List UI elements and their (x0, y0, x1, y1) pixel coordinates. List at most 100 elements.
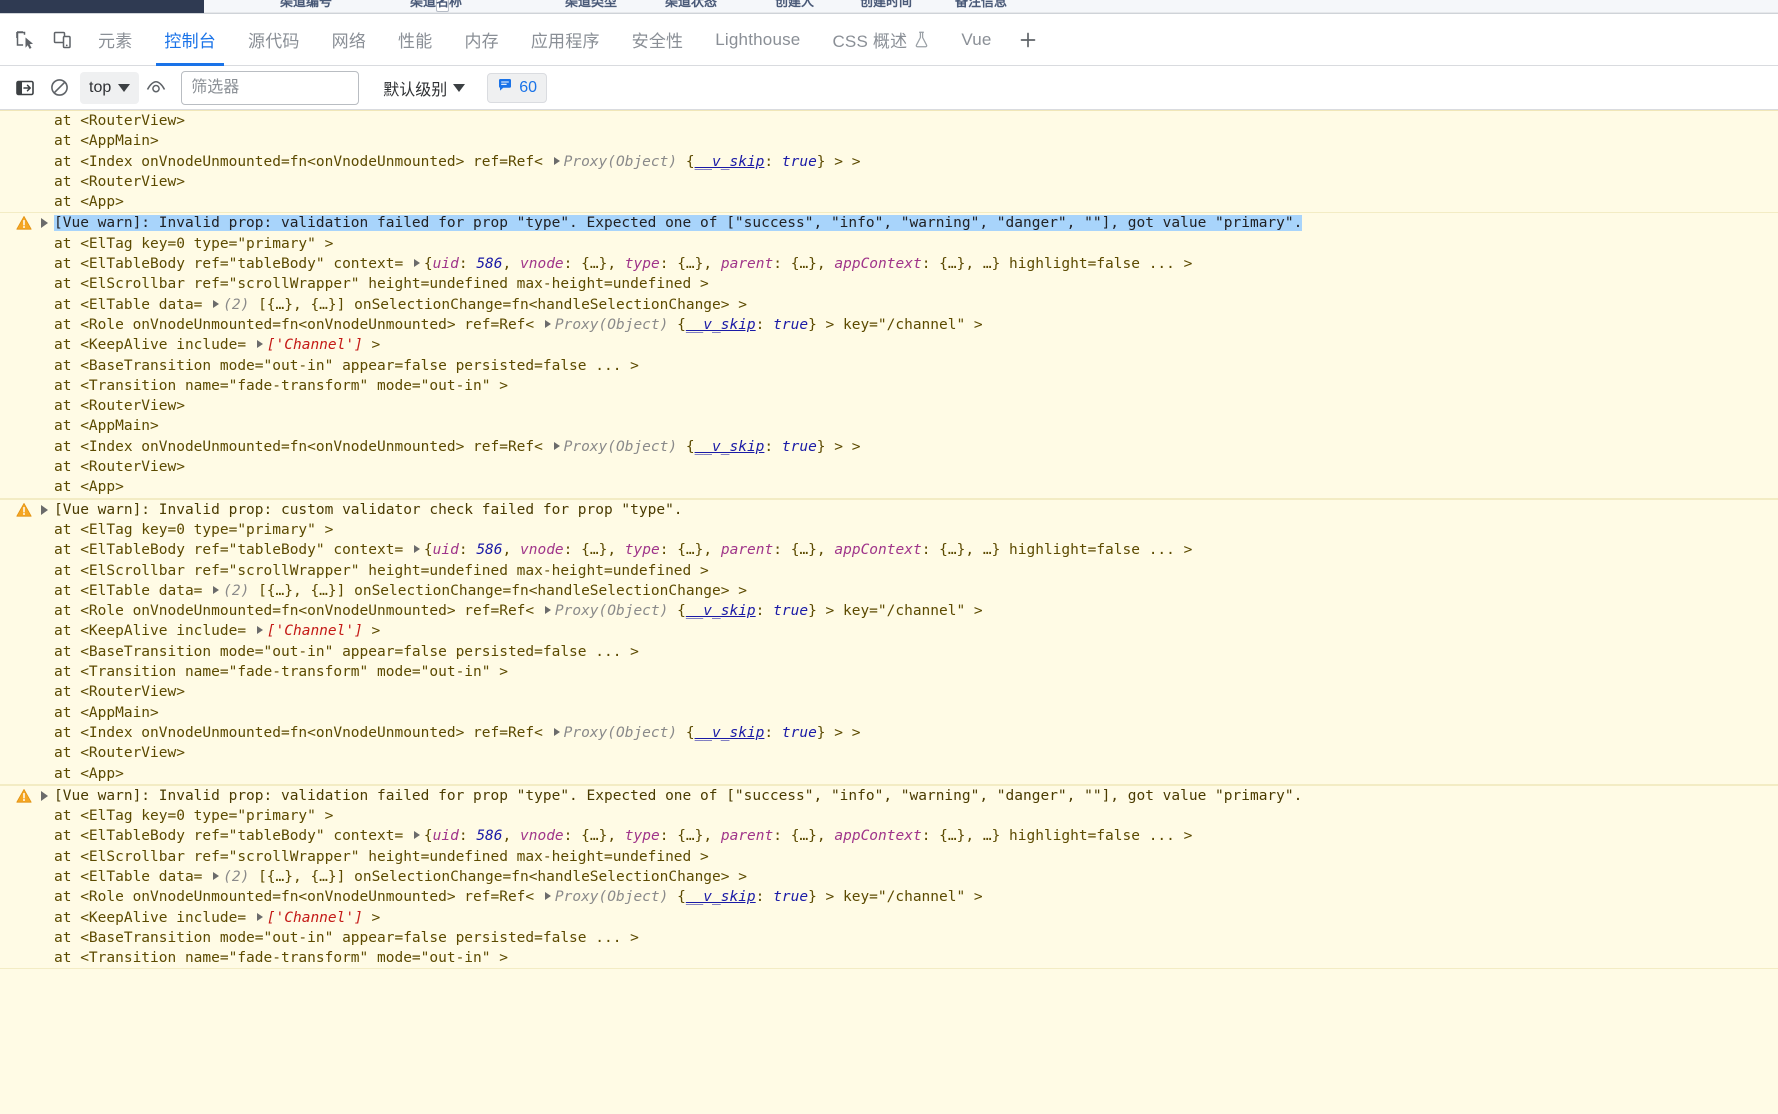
warning-header-line[interactable]: [Vue warn]: Invalid prop: custom validat… (0, 500, 1778, 520)
device-toolbar-icon[interactable] (44, 21, 82, 59)
stack-token: at <App> (54, 194, 124, 211)
object-expand-triangle-icon[interactable] (544, 319, 551, 328)
object-expand-triangle-icon[interactable] (544, 606, 551, 615)
tab-label: 内存 (464, 32, 499, 51)
stack-token: {…} (581, 256, 608, 273)
tab-安全性[interactable]: 安全性 (616, 14, 700, 66)
stack-token: } (816, 438, 826, 455)
stack-token: } (808, 603, 817, 620)
stack-token: at <RouterView> (54, 173, 185, 190)
tab-Lighthouse[interactable]: Lighthouse (699, 14, 816, 66)
object-expand-triangle-icon[interactable] (553, 441, 560, 450)
tab-源代码[interactable]: 源代码 (232, 14, 316, 66)
console-warning-message[interactable]: [Vue warn]: Invalid prop: validation fai… (0, 212, 1778, 499)
add-tab-plus-icon[interactable] (1008, 14, 1048, 66)
warning-triangle-icon (16, 788, 32, 804)
stack-token: at <RouterView> (54, 113, 185, 129)
stack-token: at <KeepAlive include= (54, 623, 255, 640)
stack-token: parent (720, 256, 774, 273)
stack-token: > key="/channel" > (816, 603, 983, 620)
stack-trace-line: at <Index onVnodeUnmounted=fn<onVnodeUnm… (0, 437, 1778, 457)
stack-token: { (685, 153, 695, 170)
object-expand-triangle-icon[interactable] (544, 892, 551, 901)
stack-trace-line: at <Role onVnodeUnmounted=fn<onVnodeUnmo… (0, 887, 1778, 907)
stack-token: , …} (965, 256, 1001, 273)
stack-trace-line: at <ElScrollbar ref="scrollWrapper" heig… (0, 561, 1778, 581)
object-expand-triangle-icon[interactable] (256, 912, 263, 921)
object-expand-triangle-icon[interactable] (213, 299, 220, 308)
devtools-tab-list: 元素 控制台 源代码 网络 性能 内存 应用程序 安全性 Lighthouse CSS 概述 Vue (82, 14, 1008, 66)
object-expand-triangle-icon[interactable] (553, 727, 560, 736)
stack-token: { (685, 724, 695, 741)
object-expand-triangle-icon[interactable] (413, 259, 420, 268)
stack-token: __v_skip (685, 603, 756, 620)
console-sidebar-icon[interactable] (8, 71, 42, 105)
tab-label: Vue (961, 29, 992, 49)
console-warning-message[interactable]: [Vue warn]: Invalid prop: custom validat… (0, 498, 1778, 785)
stack-token: , (607, 542, 625, 559)
live-expression-icon[interactable] (139, 71, 173, 105)
stack-token: at <Role onVnodeUnmounted=fn<onVnodeUnmo… (54, 889, 543, 906)
object-expand-triangle-icon[interactable] (256, 340, 263, 349)
stack-trace-line: at <BaseTransition mode="out-in" appear=… (0, 356, 1778, 376)
object-expand-triangle-icon[interactable] (413, 831, 420, 840)
tab-应用程序[interactable]: 应用程序 (515, 14, 616, 66)
stack-token: : (659, 828, 678, 845)
tab-label: 应用程序 (530, 32, 600, 51)
tab-CSS 概述[interactable]: CSS 概述 (816, 14, 945, 66)
object-expand-triangle-icon[interactable] (256, 626, 263, 635)
stack-trace-line: at <Index onVnodeUnmounted=fn<onVnodeUnm… (0, 723, 1778, 743)
console-message-list[interactable]: at <RouterView> at <AppMain> at <Index onV… (0, 110, 1778, 1114)
stack-token: appContext (834, 828, 922, 845)
stack-token: : (921, 542, 940, 559)
log-level-selector[interactable]: 默认级别 (375, 72, 473, 104)
clear-console-icon[interactable] (42, 71, 76, 105)
tab-Vue[interactable]: Vue (945, 14, 1007, 66)
stack-token: {…} (677, 256, 704, 273)
tab-内存[interactable]: 内存 (448, 14, 514, 66)
column-header: 创建时间 (860, 0, 913, 9)
object-expand-triangle-icon[interactable] (553, 156, 560, 165)
tab-网络[interactable]: 网络 (316, 14, 382, 66)
console-warning-message[interactable]: [Vue warn]: Invalid prop: validation fai… (0, 784, 1778, 970)
warning-header-line[interactable]: [Vue warn]: Invalid prop: validation fai… (0, 213, 1778, 233)
execution-context-selector[interactable]: top (80, 71, 140, 104)
app-sidebar-edge (0, 0, 204, 13)
stack-token: { (677, 889, 686, 906)
expand-disclosure-triangle-icon[interactable] (41, 504, 48, 515)
stack-token: onSelectionChange=fn<handleSelectionChan… (345, 296, 747, 313)
tab-性能[interactable]: 性能 (382, 14, 448, 66)
stack-token: onSelectionChange=fn<handleSelectionChan… (345, 582, 747, 599)
stack-token: : (773, 542, 791, 559)
stack-trace-line: at <RouterView> (0, 172, 1778, 192)
object-expand-triangle-icon[interactable] (413, 545, 420, 554)
stack-trace-line: at <BaseTransition mode="out-in" appear=… (0, 642, 1778, 662)
stack-token: at <BaseTransition mode="out-in" appear=… (54, 643, 639, 660)
stack-token: Proxy(Object) (554, 889, 678, 906)
tab-label: 源代码 (248, 32, 300, 51)
console-stack-continuation[interactable]: at <RouterView> at <AppMain> at <Index onV… (0, 111, 1778, 213)
console-filter-input[interactable] (181, 70, 360, 105)
stack-token: at <ElTableBody ref="tableBody" context= (54, 828, 412, 845)
devtools-window: 元素 控制台 源代码 网络 性能 内存 应用程序 安全性 Lighthouse CSS 概述 Vue… (0, 13, 1778, 1114)
issues-badge[interactable]: 60 (487, 72, 548, 103)
warning-header-line[interactable]: [Vue warn]: Invalid prop: validation fai… (0, 786, 1778, 806)
object-expand-triangle-icon[interactable] (213, 585, 220, 594)
inspect-element-icon[interactable] (6, 21, 44, 59)
expand-disclosure-triangle-icon[interactable] (41, 218, 48, 229)
stack-trace-line: at <KeepAlive include= ['Channel'] > (0, 621, 1778, 641)
tab-元素[interactable]: 元素 (82, 14, 148, 66)
stack-token: uid (432, 256, 459, 273)
stack-token: (2) (223, 582, 259, 599)
stack-token: vnode (520, 256, 564, 273)
expand-disclosure-triangle-icon[interactable] (41, 790, 48, 801)
stack-token: : (563, 256, 582, 273)
tab-控制台[interactable]: 控制台 (148, 14, 232, 66)
stack-token: true (781, 153, 817, 170)
stack-token: } (808, 889, 817, 906)
stack-token: true (781, 724, 817, 741)
stack-token: __v_skip (694, 438, 765, 455)
stack-token: {…} (581, 828, 608, 845)
object-expand-triangle-icon[interactable] (213, 871, 220, 880)
stack-token: vnode (520, 542, 564, 559)
